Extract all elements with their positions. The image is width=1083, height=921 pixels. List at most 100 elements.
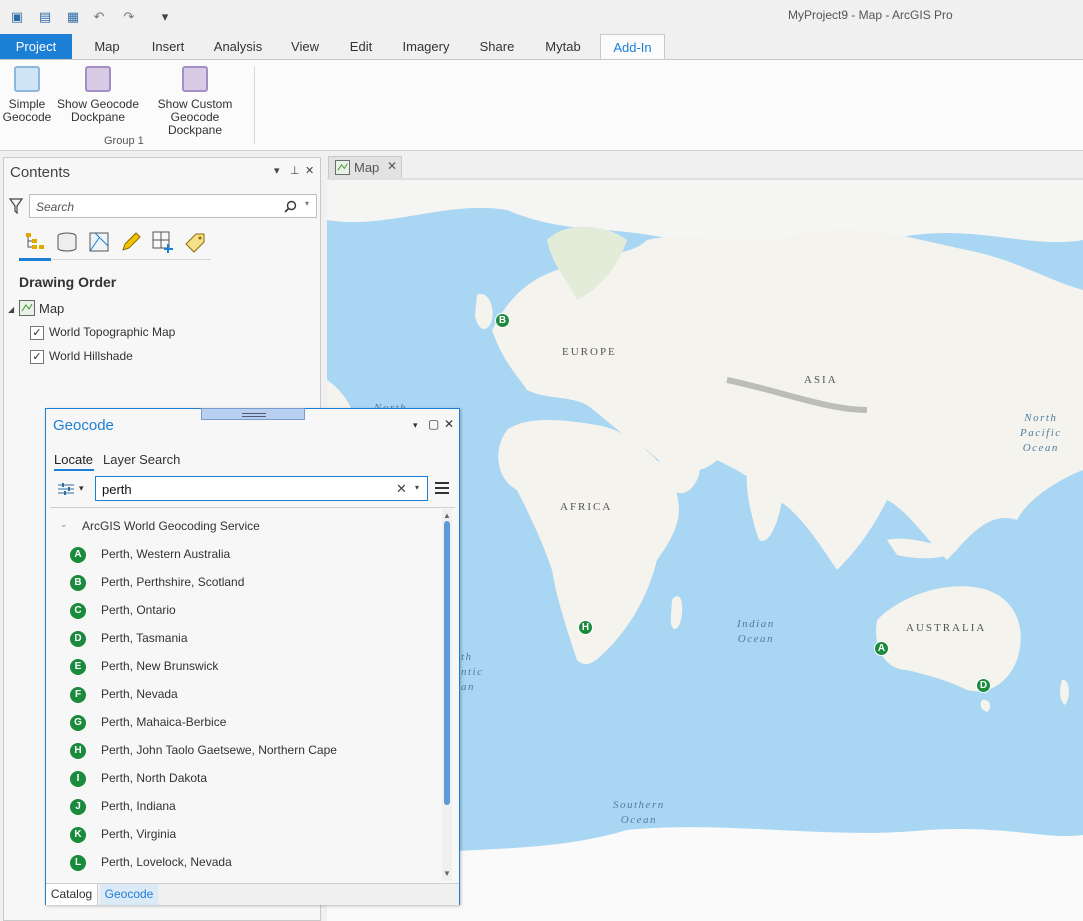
result-label: Perth, North Dakota (101, 771, 208, 785)
map-node-label[interactable]: Map (39, 301, 64, 316)
search-dropdown-icon[interactable]: ▾ (305, 199, 309, 208)
open-project-icon[interactable]: ▤ (36, 8, 54, 26)
button-label: Geocode Dockpane (167, 110, 223, 137)
result-row[interactable]: E Perth, New Brunswick (50, 653, 443, 681)
ocean-label-line: Pacific (1020, 427, 1062, 439)
tab-imagery[interactable]: Imagery (396, 34, 456, 60)
result-row[interactable]: G Perth, Mahaica-Berbice (50, 709, 443, 737)
pin-icon[interactable]: ⊥ (290, 164, 300, 177)
ocean-label-line: Indian (737, 618, 775, 630)
result-row[interactable]: I Perth, North Dakota (50, 765, 443, 793)
result-pin-icon: D (70, 631, 86, 647)
simple-geocode-button[interactable]: Simple Geocode (2, 66, 52, 124)
result-row[interactable]: B Perth, Perthshire, Scotland (50, 569, 443, 597)
contents-search-input[interactable]: Search ▾ (29, 194, 317, 218)
result-label: Perth, Mahaica-Berbice (101, 715, 227, 729)
locator-options-icon[interactable] (58, 482, 74, 496)
continent-label-asia: ASIA (804, 374, 838, 386)
pane-menu-icon[interactable]: ▾ (413, 420, 418, 431)
new-project-icon[interactable]: ▣ (8, 8, 26, 26)
map-pin-h[interactable]: H (578, 620, 593, 635)
chevron-down-icon[interactable]: ▾ (415, 483, 419, 492)
filter-icon[interactable] (9, 198, 23, 214)
tab-project[interactable]: Project (0, 34, 72, 60)
layer-name[interactable]: World Hillshade (49, 349, 133, 363)
list-by-editing-icon[interactable] (119, 230, 143, 254)
bottom-tab-bar: Catalog Geocode (46, 883, 459, 905)
maximize-icon[interactable]: ▢ (428, 417, 439, 431)
result-pin-icon: F (70, 687, 86, 703)
scrollbar-thumb[interactable] (444, 521, 450, 805)
undo-icon[interactable]: ↶ (90, 8, 108, 26)
ocean-label-line: Ocean (737, 633, 774, 645)
result-row[interactable]: J Perth, Indiana (50, 793, 443, 821)
list-by-selection-icon[interactable] (87, 230, 111, 254)
chevron-down-icon[interactable]: ▾ (79, 483, 84, 494)
layer-checkbox[interactable]: ✓ (30, 350, 44, 364)
ocean-label-line: Ocean (1022, 442, 1059, 454)
map-pin-a[interactable]: A (874, 641, 889, 656)
divider (50, 507, 455, 508)
tab-analysis[interactable]: Analysis (208, 34, 268, 60)
result-row[interactable]: C Perth, Ontario (50, 597, 443, 625)
list-by-source-icon[interactable] (55, 230, 79, 254)
provider-group-header[interactable]: ArcGIS World Geocoding Service (82, 519, 260, 533)
scroll-up-icon[interactable]: ▲ (442, 511, 452, 520)
result-row[interactable]: H Perth, John Taolo Gaetsewe, Northern Ca… (50, 737, 443, 765)
clear-icon[interactable]: ✕ (396, 481, 407, 497)
tab-add-in[interactable]: Add-In (600, 34, 665, 61)
show-custom-geocode-dockpane-button[interactable]: Show Custom Geocode Dockpane (142, 66, 248, 137)
tab-mytab[interactable]: Mytab (537, 34, 589, 60)
tab-insert[interactable]: Insert (144, 34, 192, 60)
group-label: Group 1 (104, 135, 144, 147)
save-project-icon[interactable]: ▦ (64, 8, 82, 26)
ribbon-tab-bar: Project Map Insert Analysis View Edit Im… (0, 34, 1083, 61)
result-row[interactable]: L Perth, Lovelock, Nevada (50, 849, 443, 877)
tab-layer-search[interactable]: Layer Search (103, 452, 180, 467)
menu-icon[interactable] (435, 482, 449, 494)
layer-name[interactable]: World Topographic Map (49, 325, 175, 339)
result-label: Perth, Ontario (101, 603, 176, 617)
show-geocode-dockpane-button[interactable]: Show Geocode Dockpane (56, 66, 140, 124)
tab-share[interactable]: Share (474, 34, 520, 60)
collapse-icon[interactable]: ⌄ (60, 519, 68, 530)
customize-icon[interactable]: ▾ (156, 8, 174, 26)
tab-view[interactable]: View (285, 34, 325, 60)
search-icon[interactable] (284, 200, 297, 213)
layer-checkbox[interactable]: ✓ (30, 326, 44, 340)
redo-icon[interactable]: ↷ (120, 8, 138, 26)
geocode-search-input[interactable]: perth ✕ ▾ (95, 476, 428, 501)
result-pin-icon: E (70, 659, 86, 675)
dockpane-icon (182, 66, 208, 92)
tab-edit[interactable]: Edit (342, 34, 380, 60)
list-by-labeling-icon[interactable] (183, 230, 207, 254)
close-icon[interactable]: ✕ (387, 159, 397, 173)
group-separator (254, 66, 255, 144)
results-scrollbar[interactable]: ▲ ▼ (442, 509, 452, 881)
list-by-snapping-icon[interactable] (151, 230, 175, 254)
drag-handle[interactable] (201, 408, 305, 420)
tab-map-view[interactable]: Map ✕ (328, 156, 402, 178)
tab-locate[interactable]: Locate (54, 452, 93, 467)
scroll-down-icon[interactable]: ▼ (442, 869, 452, 878)
result-row[interactable]: A Perth, Western Australia (50, 541, 443, 569)
result-row[interactable]: F Perth, Nevada (50, 681, 443, 709)
geocode-results-list: ⌄ ArcGIS World Geocoding Service A Perth,… (50, 509, 443, 881)
result-row[interactable]: D Perth, Tasmania (50, 625, 443, 653)
expand-icon[interactable]: ◢ (8, 305, 14, 314)
map-pin-b[interactable]: B (495, 313, 510, 328)
result-label: Perth, Lovelock, Nevada (101, 855, 232, 869)
map-icon (19, 300, 35, 316)
result-label: Perth, Nevada (101, 687, 178, 701)
close-icon[interactable]: ✕ (305, 164, 314, 177)
result-row[interactable]: K Perth, Virginia (50, 821, 443, 849)
active-tool-indicator (19, 258, 51, 261)
tab-catalog[interactable]: Catalog (46, 884, 98, 905)
map-pin-d[interactable]: D (976, 678, 991, 693)
list-by-drawing-order-icon[interactable] (23, 230, 47, 254)
tab-geocode[interactable]: Geocode (100, 884, 158, 905)
pane-menu-icon[interactable]: ▾ (274, 164, 280, 177)
close-icon[interactable]: ✕ (444, 417, 454, 431)
ocean-label-fragment: an (461, 681, 475, 693)
tab-map[interactable]: Map (85, 34, 129, 60)
